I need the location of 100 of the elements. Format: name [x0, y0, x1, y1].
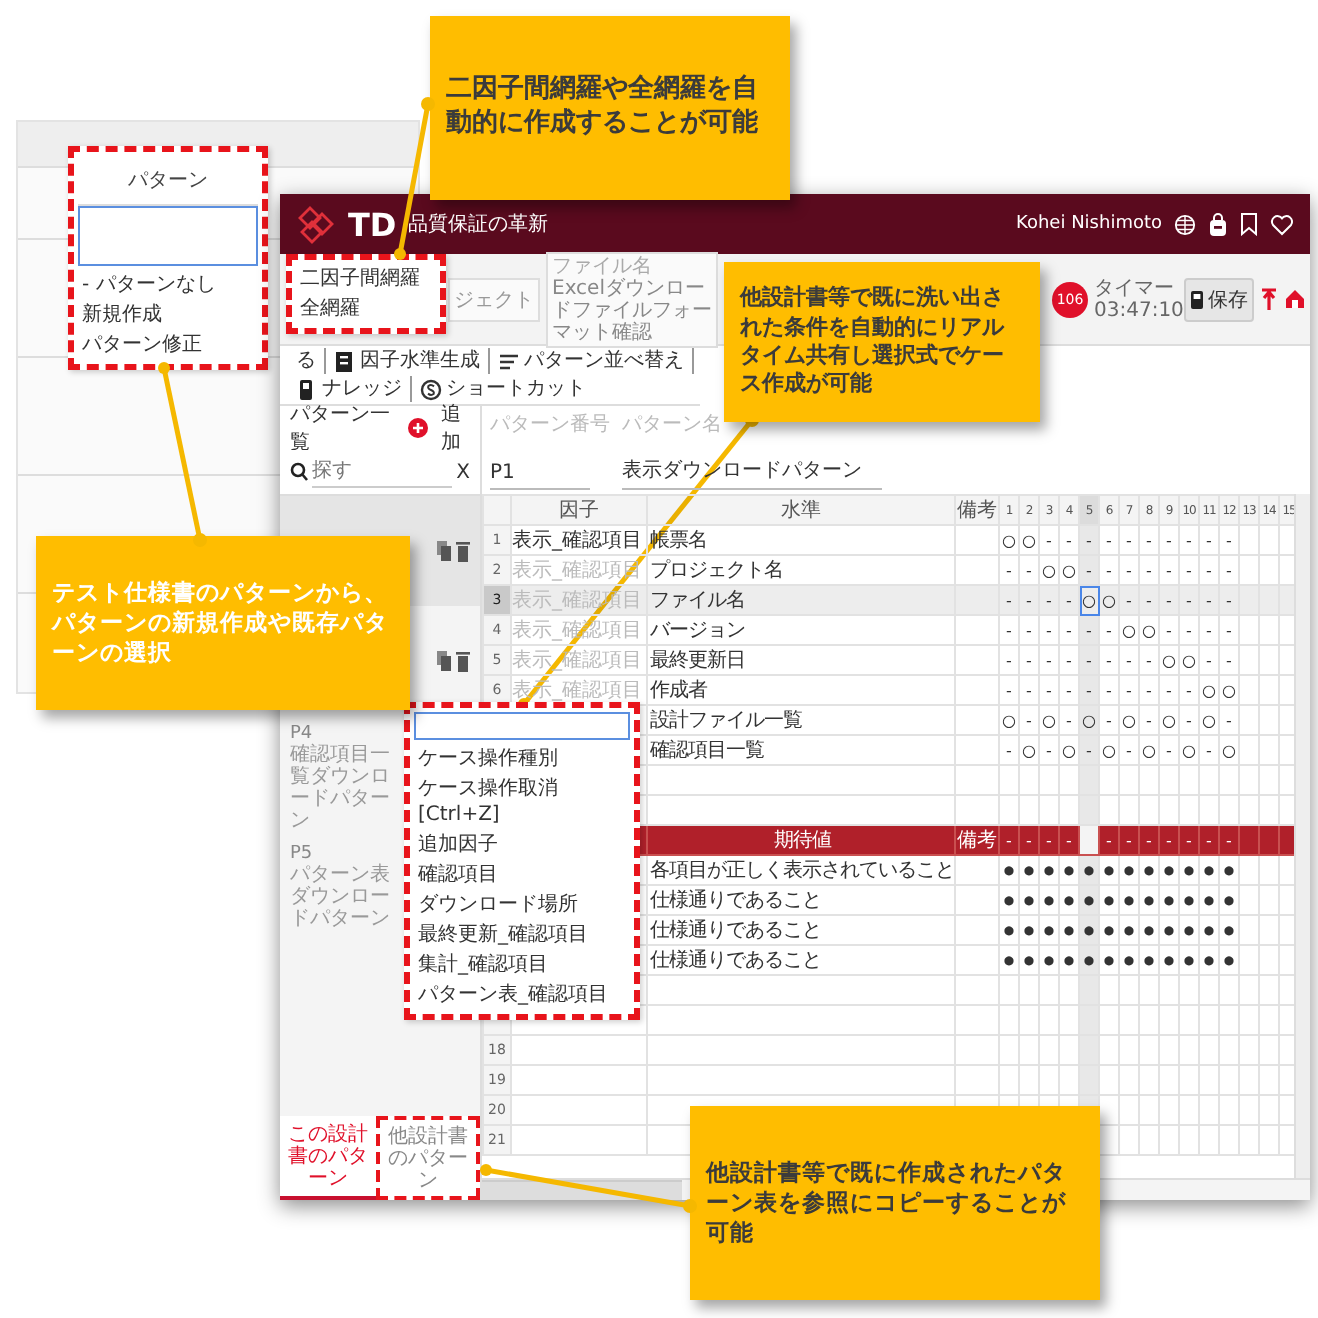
- table-cell: -: [1039, 615, 1059, 645]
- table-cell[interactable]: 設計ファイル一覧: [647, 705, 955, 735]
- table-cell: -: [1099, 525, 1119, 555]
- menu-option[interactable]: パターン表_確認項目: [414, 980, 630, 1010]
- table-cell: ○: [1219, 675, 1239, 705]
- tab[interactable]: 他設計書のパターン: [376, 1116, 480, 1200]
- pattern-name: パターン表ダウンロードパターン: [290, 864, 392, 930]
- table-cell[interactable]: 確認項目一覧: [647, 735, 955, 765]
- column-header: 水準: [647, 495, 955, 525]
- table-cell: ○: [1039, 705, 1059, 735]
- table-cell: -: [1039, 735, 1059, 765]
- house-icon[interactable]: [1284, 288, 1306, 310]
- table-cell: -: [1119, 675, 1139, 705]
- pattern-number: P4: [290, 724, 313, 744]
- table-cell: -: [1199, 615, 1219, 645]
- table-cell: 表示_確認項目: [511, 525, 647, 555]
- menu-option[interactable]: 集計_確認項目: [414, 950, 630, 980]
- pattern-number: P5: [290, 844, 315, 864]
- table-cell: -: [1059, 585, 1079, 615]
- table-cell: -: [1179, 675, 1199, 705]
- table-cell: -: [1039, 645, 1059, 675]
- table-cell[interactable]: バージョン: [647, 615, 955, 645]
- table-cell: ○: [1139, 735, 1159, 765]
- menu-option[interactable]: 二因子間網羅: [296, 264, 436, 294]
- callout-text: 二因子間網羅や全網羅を自動的に作成することが可能: [446, 74, 760, 142]
- table-cell: -: [1019, 675, 1039, 705]
- save-button[interactable]: 保存: [1184, 277, 1254, 321]
- heart-icon[interactable]: [1270, 213, 1294, 235]
- toolbar-button[interactable]: ショートカット: [412, 376, 594, 402]
- table-cell: ○: [1119, 705, 1139, 735]
- table-cell: -: [1159, 735, 1179, 765]
- table-cell[interactable]: [647, 765, 955, 795]
- table-cell: -: [1139, 555, 1159, 585]
- user-name[interactable]: Kohei Nishimoto: [1016, 214, 1162, 234]
- panel-title: パターン一覧: [290, 402, 392, 456]
- globe-icon[interactable]: [1174, 213, 1196, 235]
- table-cell: -: [1139, 675, 1159, 705]
- table-cell: -: [1159, 615, 1179, 645]
- input-field[interactable]: [414, 712, 630, 740]
- table-cell[interactable]: [647, 975, 955, 1005]
- search-field[interactable]: 探す X: [280, 450, 480, 496]
- table-cell: -: [1219, 585, 1239, 615]
- table-cell: ○: [1139, 615, 1159, 645]
- search-icon: [290, 462, 308, 482]
- bookmark-icon[interactable]: [1240, 212, 1258, 236]
- toolbar-button[interactable]: る: [288, 348, 326, 374]
- table-cell: ○: [999, 525, 1019, 555]
- table-cell: -: [999, 675, 1019, 705]
- table-cell: 表示_確認項目: [511, 645, 647, 675]
- trash-icon[interactable]: [456, 540, 470, 562]
- table-cell: ○: [1099, 585, 1119, 615]
- table-cell: ○: [1159, 645, 1179, 675]
- menu-option[interactable]: - パターンなし: [78, 270, 258, 300]
- table-cell[interactable]: プロジェクト名: [647, 555, 955, 585]
- toolbar-button[interactable]: パターン並べ替え: [490, 348, 694, 374]
- table-cell: -: [1159, 585, 1179, 615]
- table-cell[interactable]: 期待値: [647, 825, 955, 855]
- copy-icon[interactable]: [436, 650, 452, 672]
- table-cell: -: [1119, 735, 1139, 765]
- table-cell[interactable]: [647, 1005, 955, 1035]
- table-cell: ○: [1119, 615, 1139, 645]
- table-cell: -: [999, 585, 1019, 615]
- menu-option[interactable]: 全網羅: [296, 294, 436, 324]
- table-cell: -: [1019, 705, 1039, 735]
- scrollbar[interactable]: [1294, 494, 1310, 1178]
- table-cell: -: [1099, 555, 1119, 585]
- table-cell[interactable]: 仕様通りであること: [647, 885, 955, 915]
- pin-icon[interactable]: [1260, 287, 1278, 311]
- table-cell: -: [1219, 615, 1239, 645]
- column-header: 備考: [955, 495, 999, 525]
- table-cell[interactable]: 各項目が正しく表示されていること: [647, 855, 955, 885]
- table-cell: ○: [1159, 705, 1179, 735]
- table-cell: -: [1199, 525, 1219, 555]
- toolbar-button[interactable]: ナレッジ: [288, 376, 412, 402]
- table-cell: -: [1159, 525, 1179, 555]
- plus-icon: [407, 418, 428, 438]
- table-cell[interactable]: 作成者: [647, 675, 955, 705]
- copy-icon[interactable]: [436, 540, 452, 562]
- table-cell[interactable]: 仕様通りであること: [647, 945, 955, 975]
- clear-button[interactable]: X: [456, 461, 470, 483]
- input-field[interactable]: [78, 206, 258, 266]
- table-cell: -: [1119, 645, 1139, 675]
- table-cell: -: [999, 735, 1019, 765]
- table-cell[interactable]: 仕様通りであること: [647, 915, 955, 945]
- table-cell: -: [1219, 555, 1239, 585]
- trash-icon[interactable]: [456, 650, 470, 672]
- text-field[interactable]: P1: [490, 462, 590, 490]
- field-value: Excelダウンロードファイルフォーマット確認: [552, 277, 712, 343]
- menu-option[interactable]: 新規作成: [78, 300, 258, 330]
- table-cell: -: [1039, 585, 1059, 615]
- table-cell: ○: [999, 705, 1019, 735]
- toolbar-button[interactable]: 因子水準生成: [326, 348, 490, 374]
- table-cell: 表示_確認項目: [511, 555, 647, 585]
- table-cell: -: [1159, 675, 1179, 705]
- lines-icon: [498, 349, 520, 373]
- menu-option[interactable]: パターン修正: [78, 330, 258, 360]
- table-cell[interactable]: 最終更新日: [647, 645, 955, 675]
- lock-icon[interactable]: [1208, 212, 1228, 236]
- table-cell: -: [1179, 525, 1199, 555]
- table-cell[interactable]: ファイル名: [647, 585, 955, 615]
